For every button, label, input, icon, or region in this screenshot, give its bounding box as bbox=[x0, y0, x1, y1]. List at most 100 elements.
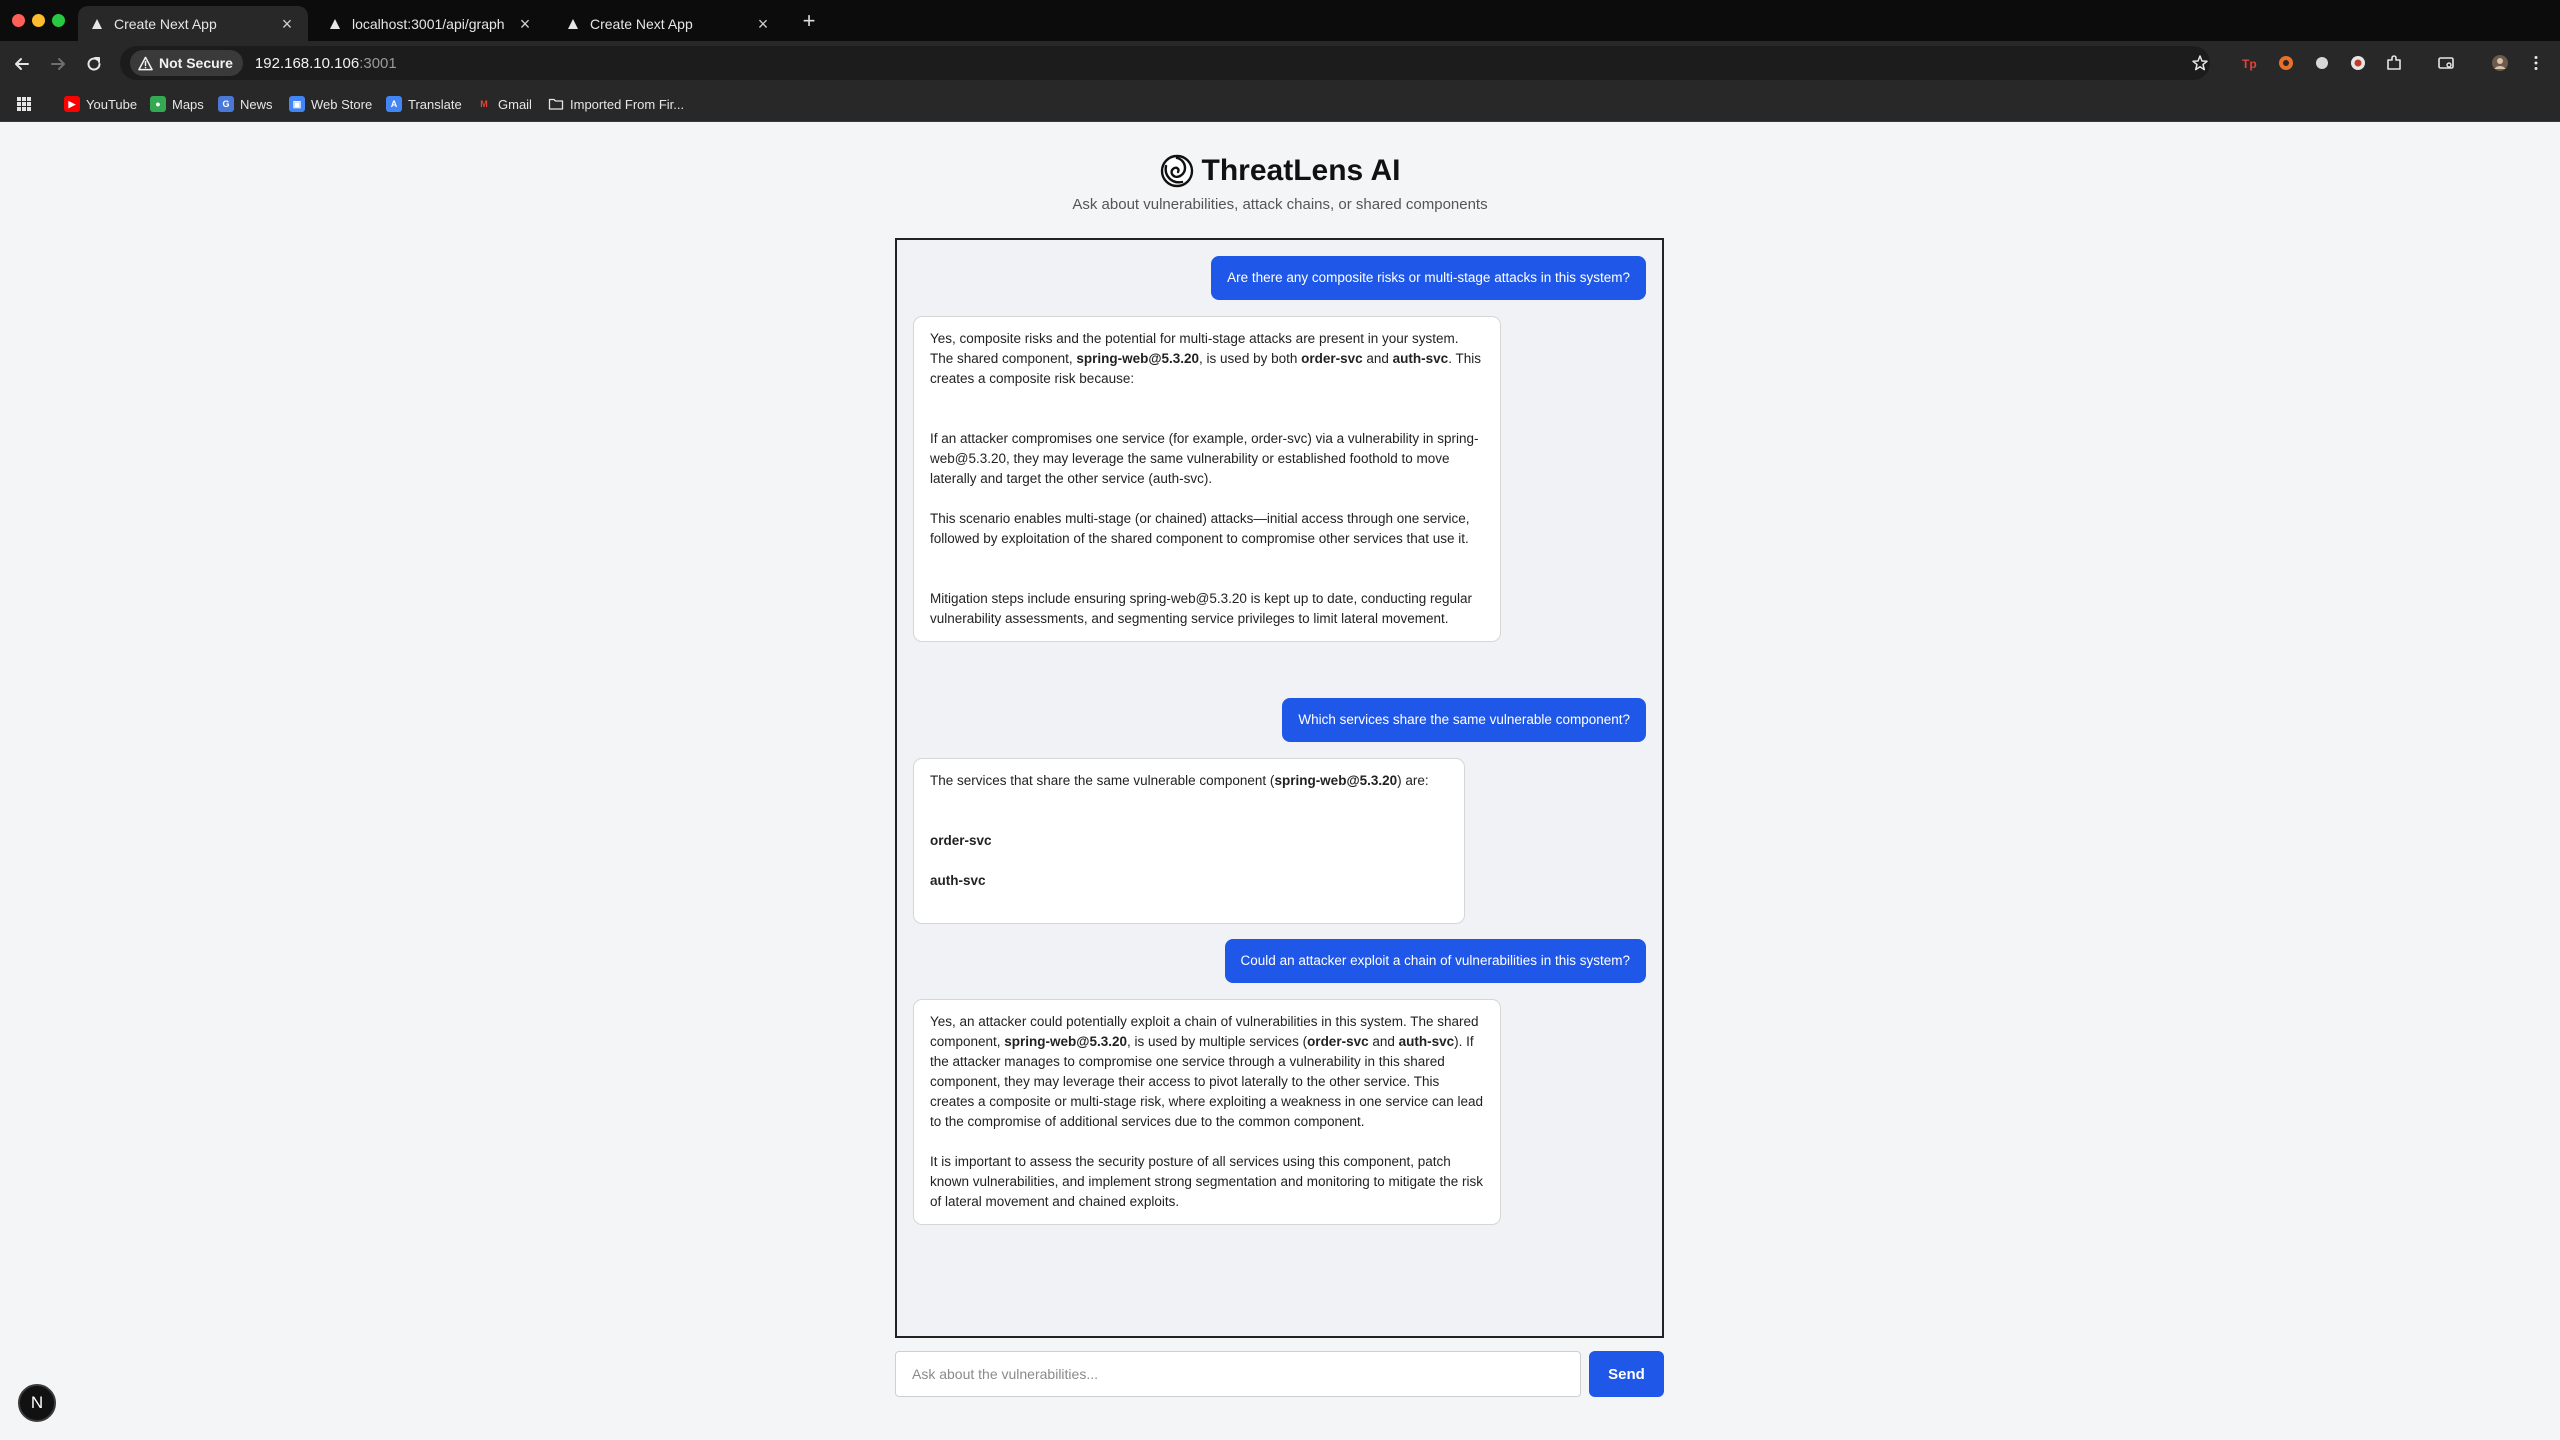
message-paragraph: Yes, composite risks and the potential f… bbox=[930, 329, 1484, 389]
bookmark-label: Imported From Fir... bbox=[570, 96, 685, 112]
news-icon: G bbox=[218, 96, 234, 112]
user-message: Which services share the same vulnerable… bbox=[1282, 698, 1646, 742]
tab-label: Create Next App bbox=[590, 15, 693, 32]
bookmarks-bar: ▶ YouTube ● Maps G News ▣ Web Store A Tr… bbox=[0, 86, 2560, 122]
bookmark-star-icon[interactable] bbox=[2188, 51, 2212, 75]
bookmark-youtube[interactable]: ▶ YouTube bbox=[64, 94, 137, 114]
address-bar[interactable]: Not Secure 192.168.10.106:3001 bbox=[120, 46, 2210, 80]
message-paragraph: If an attacker compromises one service (… bbox=[930, 431, 1479, 486]
bookmark-label: Web Store bbox=[311, 96, 373, 112]
triangle-favicon-icon bbox=[566, 17, 580, 31]
reload-icon[interactable] bbox=[81, 51, 107, 77]
new-tab-button[interactable]: + bbox=[796, 8, 822, 34]
tab-close-icon[interactable]: × bbox=[278, 15, 296, 33]
user-message: Could an attacker exploit a chain of vul… bbox=[1224, 939, 1646, 983]
browser-tab-3[interactable]: Create Next App × bbox=[554, 6, 784, 41]
user-message: Are there any composite risks or multi-s… bbox=[1211, 256, 1646, 300]
bookmark-translate[interactable]: A Translate bbox=[386, 94, 462, 114]
service-name: order-svc bbox=[1307, 1034, 1369, 1049]
nextjs-dev-badge[interactable]: N bbox=[18, 1384, 56, 1422]
bookmark-web-store[interactable]: ▣ Web Store bbox=[289, 94, 372, 114]
text-run: , is used by both bbox=[1199, 351, 1302, 366]
youtube-icon: ▶ bbox=[64, 96, 80, 112]
url-text: 192.168.10.106:3001 bbox=[255, 55, 397, 72]
service-name: auth-svc bbox=[1398, 1034, 1455, 1049]
extension-record-icon[interactable] bbox=[2346, 51, 2370, 75]
maximize-window-button[interactable] bbox=[52, 14, 65, 27]
service-name: auth-svc bbox=[930, 873, 986, 888]
minimize-window-button[interactable] bbox=[32, 14, 45, 27]
list-item: auth-svc bbox=[930, 871, 1448, 891]
tab-label: localhost:3001/api/graph bbox=[352, 15, 505, 32]
component-name: spring-web@5.3.20 bbox=[1076, 351, 1200, 366]
bookmark-label: News bbox=[240, 96, 273, 112]
chat-transcript[interactable]: Are there any composite risks or multi-s… bbox=[895, 238, 1664, 1338]
bookmark-news[interactable]: G News bbox=[218, 94, 273, 114]
assistant-message: Yes, composite risks and the potential f… bbox=[913, 316, 1501, 642]
forward-icon[interactable] bbox=[45, 51, 71, 77]
browser-tab-2[interactable]: localhost:3001/api/graph × bbox=[316, 6, 546, 41]
bookmark-gmail[interactable]: M Gmail bbox=[476, 94, 532, 114]
tab-close-icon[interactable]: × bbox=[516, 15, 534, 33]
browser-toolbar: Not Secure 192.168.10.106:3001 Tp bbox=[0, 41, 2560, 86]
extensions-puzzle-icon[interactable] bbox=[2382, 51, 2406, 75]
bookmark-label: YouTube bbox=[86, 96, 138, 112]
text-run: , is used by multiple services ( bbox=[1127, 1034, 1308, 1049]
text-run: The services that share the same vulnera… bbox=[930, 773, 1275, 788]
folder-icon bbox=[548, 96, 564, 112]
message-paragraph: The services that share the same vulnera… bbox=[930, 771, 1448, 791]
browser-tab-bar: Create Next App × localhost:3001/api/gra… bbox=[0, 0, 2560, 41]
gmail-icon: M bbox=[476, 96, 492, 112]
service-name: auth-svc bbox=[1392, 351, 1449, 366]
bookmark-maps[interactable]: ● Maps bbox=[150, 94, 204, 114]
apps-grid-icon[interactable] bbox=[16, 94, 32, 114]
list-item: order-svc bbox=[930, 831, 1448, 851]
web-store-icon: ▣ bbox=[289, 96, 305, 112]
security-label: Not Secure bbox=[159, 55, 233, 71]
bookmark-label: Translate bbox=[408, 96, 462, 112]
triangle-favicon-icon bbox=[90, 17, 104, 31]
send-button[interactable]: Send bbox=[1589, 1351, 1664, 1397]
tab-search-icon[interactable] bbox=[2434, 51, 2458, 75]
security-chip[interactable]: Not Secure bbox=[130, 50, 243, 76]
text-run: and bbox=[1362, 351, 1393, 366]
bookmark-label: Gmail bbox=[498, 96, 532, 112]
chat-composer: Send bbox=[895, 1351, 1664, 1397]
message-paragraph: Yes, an attacker could potentially explo… bbox=[930, 1012, 1484, 1132]
browser-menu-icon[interactable] bbox=[2524, 51, 2548, 75]
svg-text:Tp: Tp bbox=[2242, 57, 2257, 71]
component-name: spring-web@5.3.20 bbox=[1004, 1034, 1127, 1049]
message-paragraph: It is important to assess the security p… bbox=[930, 1154, 1484, 1209]
app-subtitle: Ask about vulnerabilities, attack chains… bbox=[1072, 196, 1488, 213]
message-paragraph: This scenario enables multi-stage (or ch… bbox=[930, 511, 1470, 546]
tab-close-icon[interactable]: × bbox=[754, 15, 772, 33]
url-host: 192.168.10.106 bbox=[254, 54, 360, 72]
text-run: and bbox=[1368, 1034, 1399, 1049]
tab-label: Create Next App bbox=[114, 15, 217, 32]
spiral-logo-icon bbox=[1160, 154, 1193, 188]
browser-tab-1[interactable]: Create Next App × bbox=[78, 6, 308, 41]
component-name: spring-web@5.3.20 bbox=[1274, 773, 1398, 788]
app-title: ThreatLens AI bbox=[1201, 154, 1401, 187]
message-paragraph: Mitigation steps include ensuring spring… bbox=[930, 591, 1473, 626]
maps-icon: ● bbox=[150, 96, 166, 112]
url-port: :3001 bbox=[359, 54, 397, 72]
back-icon[interactable] bbox=[9, 51, 35, 77]
extension-grey-icon[interactable] bbox=[2310, 51, 2334, 75]
triangle-favicon-icon bbox=[328, 17, 342, 31]
close-window-button[interactable] bbox=[12, 14, 25, 27]
text-run: ) are: bbox=[1397, 773, 1429, 788]
app-header: ThreatLens AI bbox=[0, 154, 2560, 188]
translate-icon: A bbox=[386, 96, 402, 112]
chat-input[interactable] bbox=[895, 1351, 1581, 1397]
assistant-message: Yes, an attacker could potentially explo… bbox=[913, 999, 1501, 1225]
extension-orange-icon[interactable] bbox=[2274, 51, 2298, 75]
service-name: order-svc bbox=[930, 833, 992, 848]
assistant-message: The services that share the same vulnera… bbox=[913, 758, 1465, 924]
app-page: ThreatLens AI Ask about vulnerabilities,… bbox=[0, 122, 2560, 1440]
extension-tp-icon[interactable]: Tp bbox=[2238, 51, 2262, 75]
bookmark-label: Maps bbox=[172, 96, 204, 112]
profile-avatar-icon[interactable] bbox=[2488, 51, 2512, 75]
bookmark-folder-imported[interactable]: Imported From Fir... bbox=[548, 94, 684, 114]
service-name: order-svc bbox=[1301, 351, 1363, 366]
